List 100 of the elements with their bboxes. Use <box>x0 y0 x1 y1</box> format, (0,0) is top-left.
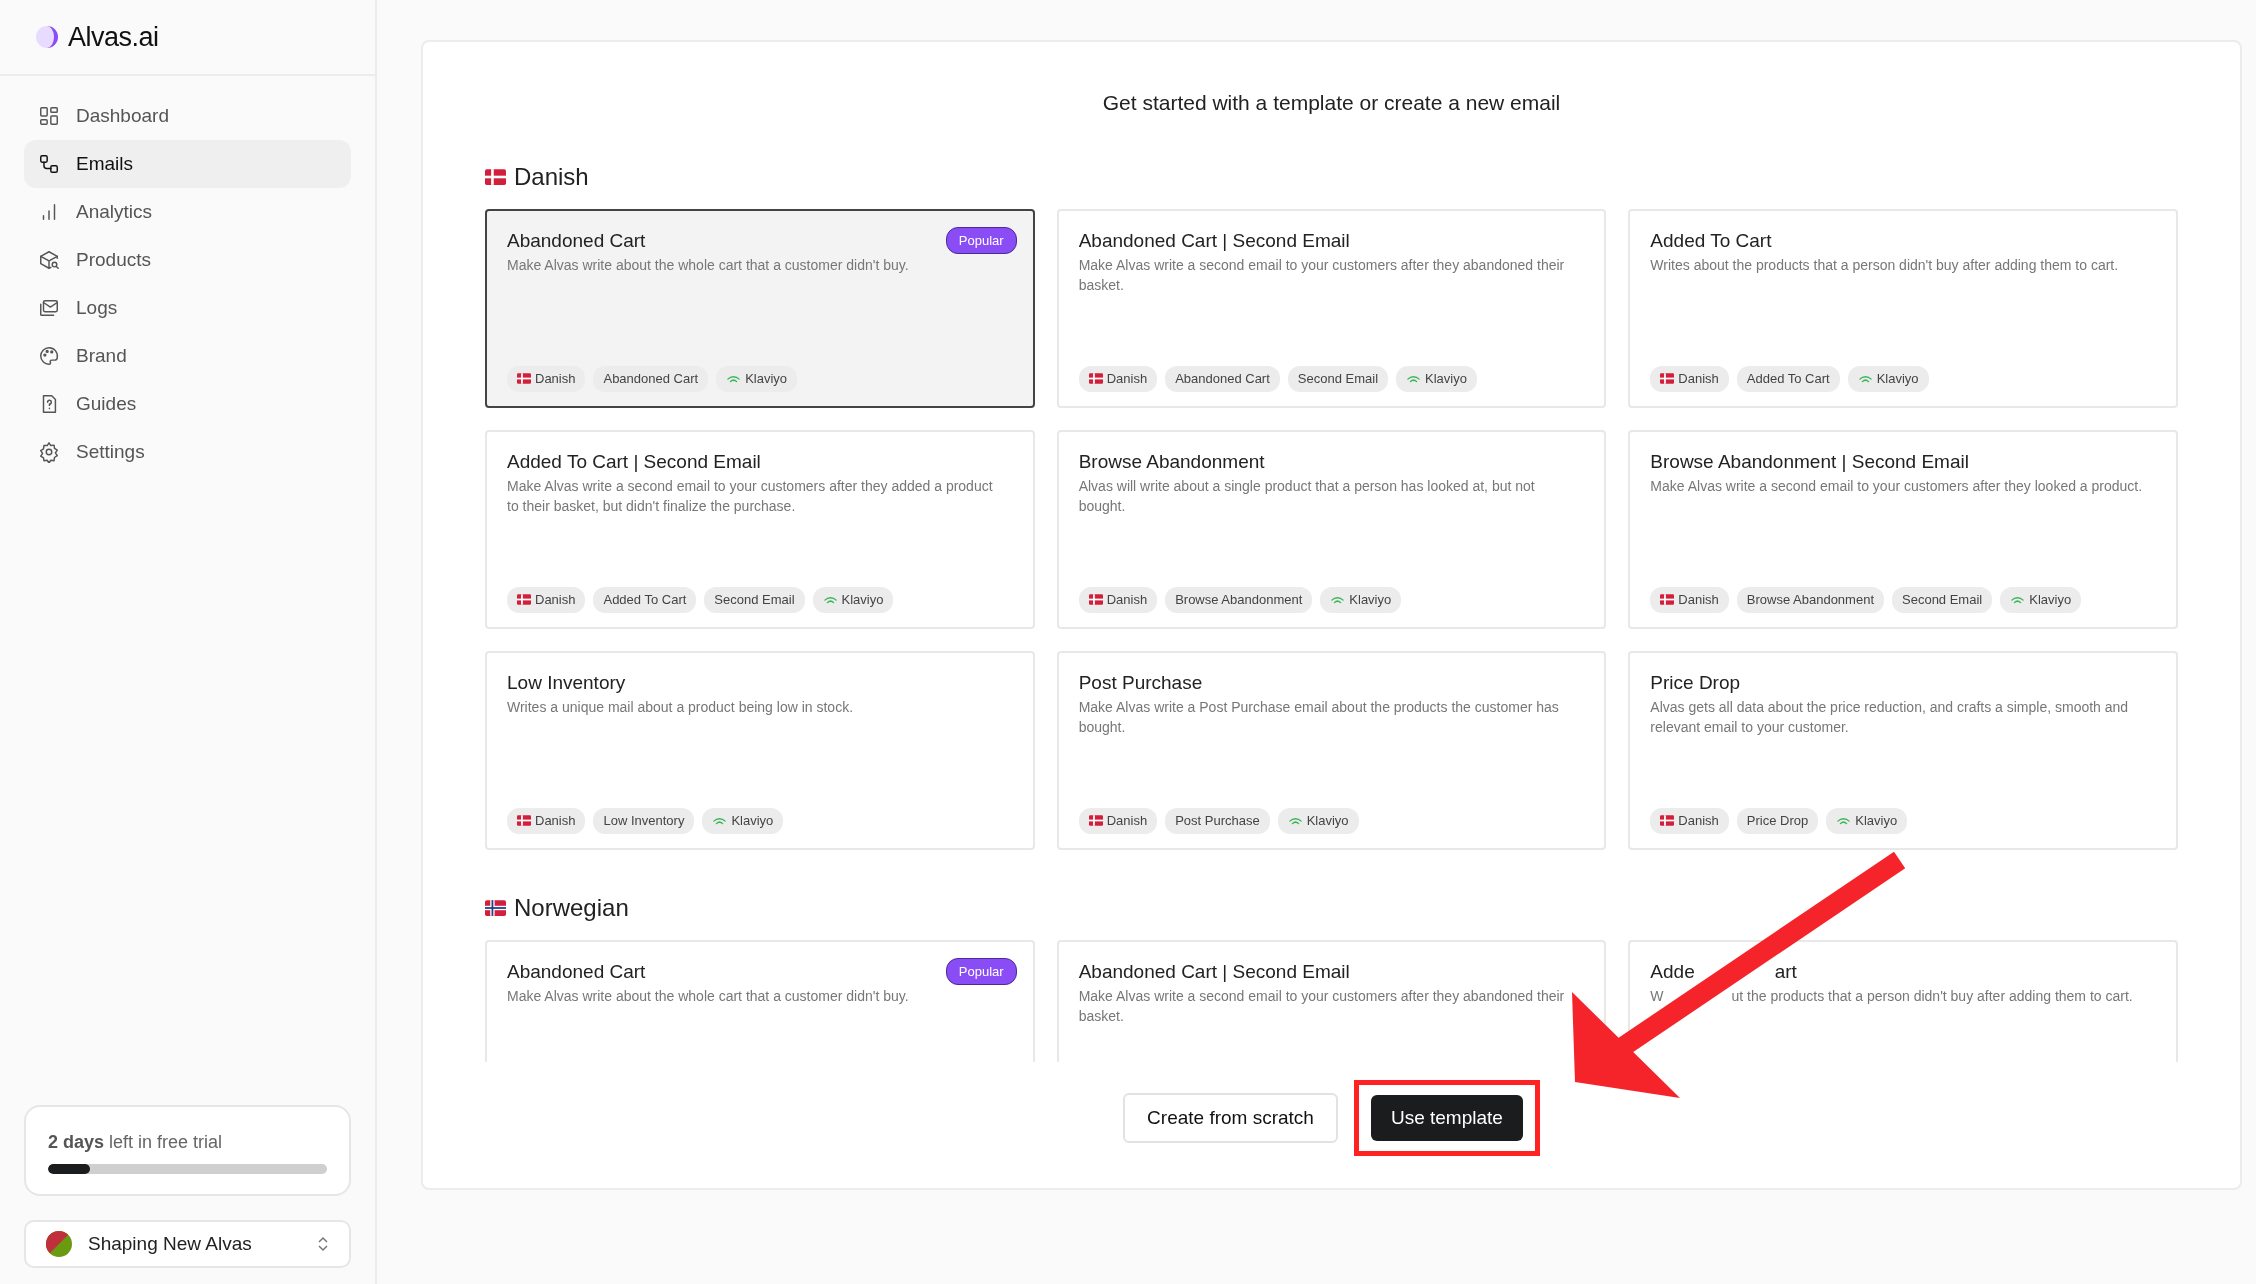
danish-flag-icon <box>1088 594 1103 606</box>
template-card[interactable]: Browse Abandonment Alvas will write about a single product that a person has looked at, but not bought. Danish Browse Abandonment Klaviyo <box>1056 429 1607 629</box>
sidebar-item[interactable]: Emails <box>24 140 351 188</box>
card-description: Writes a unique mail about a product being low in stock. <box>507 698 855 718</box>
tag-chip: Klaviyo <box>1320 587 1402 613</box>
sidebar-item[interactable]: Dashboard <box>24 92 351 140</box>
tag-chip: Klaviyo <box>2000 587 2082 613</box>
card-title-fragment: Adde <box>1650 959 1695 984</box>
brand-name: Alvas.ai <box>68 20 159 54</box>
card-title: Browse Abandonment <box>1078 449 1265 474</box>
template-card[interactable]: Price Drop Alvas gets all data about the price reduction, and crafts a simple, smooth and relevant email to your customer. Danish Price Drop Klaviyo <box>1628 650 2178 850</box>
tag-chip: Second Email <box>704 587 805 613</box>
mail-stack-icon <box>38 297 60 319</box>
template-card[interactable]: Added To Cart Writes about the products that a person didn't buy after adding them to cart. Danish Added To Cart Klaviyo <box>1628 208 2178 408</box>
package-search-icon <box>38 249 60 271</box>
danish-flag-icon <box>1088 373 1103 385</box>
card-description: Make Alvas write a second email to your customers after they abandoned their basket. <box>1078 256 1566 296</box>
danish-flag-icon <box>517 594 531 606</box>
card-description-fragment: ut the products that a person didn't buy after adding them to cart. <box>1731 987 2133 1007</box>
tag-chip: Browse Abandonment <box>1165 587 1313 613</box>
template-card[interactable]: Browse Abandonment | Second Email Make Alvas write a second email to your customers after they looked a product. Danish Browse Abandonment Second Email Klaviyo <box>1628 429 2178 629</box>
tag-chip: Klaviyo <box>702 808 784 834</box>
tag-chip: Danish <box>1078 366 1158 392</box>
card-title: Added To Cart <box>1650 228 1772 253</box>
sidebar-item[interactable]: Products <box>24 236 351 284</box>
card-title: Post Purchase <box>1078 670 1203 695</box>
norwegian-flag-icon <box>485 899 506 916</box>
danish-flag-icon <box>517 815 531 827</box>
tag-chip: Danish <box>1078 808 1158 834</box>
tag-chip: Klaviyo <box>1277 808 1359 834</box>
card-title: Price Drop <box>1650 670 1741 695</box>
tag-chip: Klaviyo <box>716 366 798 392</box>
card-description: Make Alvas write a Post Purchase email about the products the customer has bought. <box>1078 698 1560 738</box>
sidebar-item[interactable]: Logs <box>24 284 351 332</box>
tag-chip: Second Email <box>1892 587 1993 613</box>
card-title: Browse Abandonment | Second Email <box>1650 449 1969 474</box>
workspace-avatar-icon <box>46 1231 72 1257</box>
card-description: Make Alvas write a second email to your customers after they abandoned their basket. <box>1078 987 1566 1027</box>
danish-flag-icon <box>1660 373 1675 385</box>
template-card[interactable]: Low Inventory Writes a unique mail about a product being low in stock. Danish Low Inventory Klaviyo <box>485 650 1035 850</box>
card-description: Alvas will write about a single product that a person has looked at, but not bought. <box>1078 477 1536 517</box>
workflow-icon <box>38 153 60 175</box>
card-description: Make Alvas write a second email to your customers after they looked a product. <box>1650 477 2144 497</box>
danish-flag-icon <box>1088 815 1103 827</box>
card-description: Writes about the products that a person didn't buy after adding them to cart. <box>1650 256 2120 276</box>
tag-chip: Browse Abandonment <box>1736 587 1884 613</box>
card-description: Make Alvas write about the whole cart that a customer didn't buy. <box>507 987 910 1007</box>
tag-chip: Danish <box>1078 587 1158 613</box>
tag-chip: Price Drop <box>1736 808 1819 834</box>
section-heading: Norwegian <box>514 892 629 923</box>
chevron-up-down-icon <box>317 1236 329 1252</box>
danish-flag-icon <box>485 168 506 185</box>
tag-chip: Low Inventory <box>593 808 695 834</box>
template-card[interactable]: Abandoned Cart Make Alvas write about the whole cart that a customer didn't buy. Popular Danish Abandoned Cart Klaviyo <box>485 208 1035 408</box>
tag-chip: Danish <box>507 808 586 834</box>
tag-chip: Added To Cart <box>1736 366 1840 392</box>
sidebar-item[interactable]: Analytics <box>24 188 351 236</box>
card-title: Abandoned Cart | Second Email <box>1078 228 1350 253</box>
card-title: Low Inventory <box>507 670 626 695</box>
create-button[interactable]: Create from scratch <box>1123 1092 1338 1143</box>
tag-chip: Danish <box>1650 366 1729 392</box>
danish-flag-icon <box>1660 594 1675 606</box>
card-title: Abandoned Cart <box>507 959 646 984</box>
tag-chip: Klaviyo <box>1826 808 1908 834</box>
template-card[interactable]: Abandoned Cart | Second Email Make Alvas write a second email to your customers after they abandoned their basket. Danish Abandoned Cart Second Email Klaviyo <box>1056 208 1607 408</box>
tag-chip: Klaviyo <box>1847 366 1929 392</box>
card-description-fragment: W <box>1650 987 1664 1007</box>
tag-chip: Second Email <box>1287 366 1389 392</box>
logo-icon <box>34 24 60 50</box>
template-card[interactable]: Adde art W ut the products that a person didn't buy after adding them to cart. <box>1628 939 2178 1062</box>
card-title: Added To Cart | Second Email <box>507 449 761 474</box>
sidebar-item[interactable]: Brand <box>24 332 351 380</box>
danish-flag-icon <box>1660 815 1675 827</box>
card-title: Abandoned Cart | Second Email <box>1078 959 1350 984</box>
tag-chip: Added To Cart <box>593 587 697 613</box>
tag-chip: Post Purchase <box>1165 808 1270 834</box>
template-card[interactable]: Abandoned Cart | Second Email Make Alvas write a second email to your customers after they abandoned their basket. <box>1056 939 1607 1062</box>
trial-text: 2 days left in free trial <box>48 1131 224 1154</box>
palette-icon <box>38 345 60 367</box>
tag-chip: Danish <box>507 366 586 392</box>
dashboard-icon <box>38 105 60 127</box>
card-description: Make Alvas write about the whole cart that a customer didn't buy. <box>507 256 910 276</box>
tag-chip: Abandoned Cart <box>593 366 709 392</box>
workspace-selector[interactable]: Shaping New Alvas <box>24 1220 351 1268</box>
card-description: Make Alvas write a second email to your customers after they added a product to their basket, but didn't finalize the purchase. <box>507 477 994 517</box>
use-template-button[interactable]: Use template <box>1370 1094 1523 1141</box>
template-card[interactable]: Added To Cart | Second Email Make Alvas write a second email to your customers after they added a product to their basket, but didn't finalize the purchase. Danish Added To Cart Second Email Klaviyo <box>485 429 1035 629</box>
tag-chip: Danish <box>507 587 586 613</box>
page-heading: Get started with a template or create a new email <box>1101 90 1562 116</box>
tag-chip: Danish <box>1650 808 1729 834</box>
danish-flag-icon <box>517 373 531 385</box>
card-title: Abandoned Cart <box>507 228 646 253</box>
tag-chip: Danish <box>1650 587 1729 613</box>
popular-badge: Popular <box>945 226 1017 254</box>
sidebar-item[interactable]: Guides <box>24 380 351 428</box>
section-heading: Danish <box>514 161 589 192</box>
template-card[interactable]: Abandoned Cart Make Alvas write about the whole cart that a customer didn't buy. Popular <box>485 939 1035 1062</box>
sidebar-item[interactable]: Settings <box>24 428 351 476</box>
popular-badge: Popular <box>945 957 1017 985</box>
template-card[interactable]: Post Purchase Make Alvas write a Post Purchase email about the products the customer has bought. Danish Post Purchase Klaviyo <box>1056 650 1607 850</box>
